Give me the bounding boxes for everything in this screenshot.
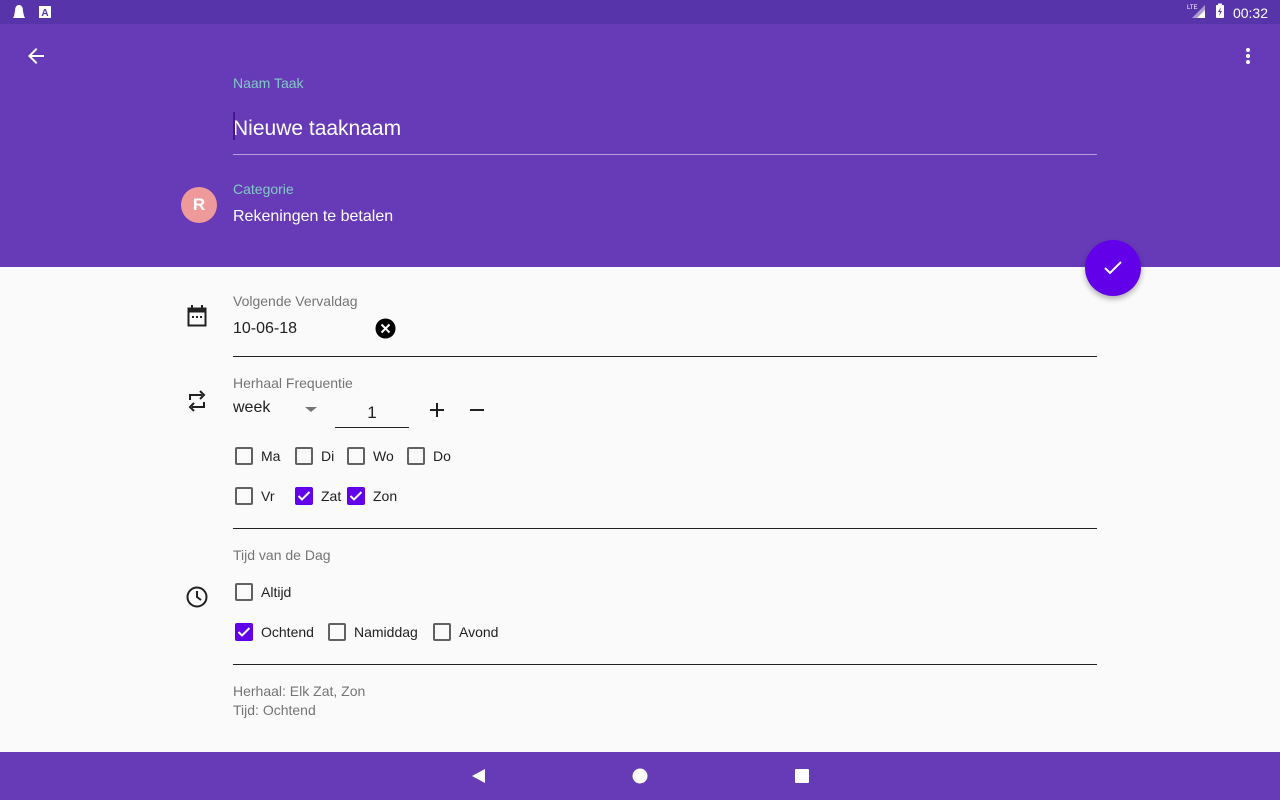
due-date-label: Volgende Vervaldag — [233, 293, 358, 309]
checkbox-icon — [407, 447, 425, 465]
nav-back-button[interactable] — [466, 764, 490, 788]
lte-signal-icon: LTE — [1187, 3, 1207, 22]
frequency-unit-dropdown[interactable]: week — [233, 399, 323, 423]
checkbox-label: Zon — [373, 488, 398, 504]
checkbox-label: Zat — [321, 488, 342, 504]
divider — [233, 356, 1097, 357]
repeat-summary: Herhaal: Elk Zat, Zon — [233, 683, 366, 699]
decrement-button[interactable] — [465, 398, 489, 422]
checkbox-day-vr[interactable]: Vr — [235, 484, 274, 508]
task-name-label: Naam Taak — [233, 75, 304, 91]
nav-home-button[interactable] — [628, 764, 652, 788]
checkbox-icon — [235, 447, 253, 465]
notification-a-icon: A — [38, 4, 52, 25]
checkbox-namiddag[interactable]: Namiddag — [328, 620, 418, 644]
dropdown-arrow-icon — [305, 407, 317, 412]
checkbox-altijd[interactable]: Altijd — [235, 580, 291, 604]
minus-icon — [470, 409, 484, 411]
checkbox-icon — [433, 623, 451, 641]
checkbox-label: Wo — [373, 448, 394, 464]
checkbox-icon — [328, 623, 346, 641]
checkbox-label: Do — [433, 448, 451, 464]
checkbox-icon — [295, 487, 313, 505]
checkbox-avond[interactable]: Avond — [433, 620, 498, 644]
checkbox-icon — [235, 583, 253, 601]
divider — [233, 664, 1097, 665]
notification-ghost-icon — [12, 4, 26, 25]
arrow-back-icon — [28, 48, 44, 64]
nav-recents-button[interactable] — [790, 764, 814, 788]
status-bar: A LTE 00:32 — [0, 0, 1280, 24]
plus-icon — [430, 403, 444, 417]
task-name-input[interactable] — [233, 110, 1097, 155]
frequency-unit-value: week — [233, 399, 271, 416]
time-summary: Tijd: Ochtend — [233, 702, 316, 718]
time-of-day-label: Tijd van de Dag — [233, 547, 331, 563]
save-fab-button[interactable] — [1085, 240, 1141, 296]
nav-recents-icon — [795, 769, 809, 783]
checkbox-icon — [235, 487, 253, 505]
checkbox-day-wo[interactable]: Wo — [347, 444, 394, 468]
category-label: Categorie — [233, 181, 294, 197]
divider — [233, 528, 1097, 529]
battery-charging-icon — [1215, 3, 1225, 22]
checkbox-label: Vr — [261, 488, 275, 504]
clock-time: 00:32 — [1232, 4, 1268, 21]
checkbox-label: Altijd — [261, 584, 292, 600]
checkbox-icon — [295, 447, 313, 465]
due-date-value[interactable]: 10-06-18 — [233, 320, 297, 338]
category-selector[interactable]: Rekeningen te betalen — [233, 208, 393, 226]
back-button[interactable] — [20, 40, 52, 72]
checkbox-label: Di — [321, 448, 335, 464]
checkbox-day-do[interactable]: Do — [407, 444, 451, 468]
check-icon — [1104, 261, 1122, 275]
checkmark-icon — [297, 491, 311, 501]
system-nav-bar — [0, 752, 1280, 800]
checkbox-label: Avond — [459, 624, 499, 640]
nav-home-icon — [632, 768, 648, 784]
checkbox-icon — [235, 623, 253, 641]
clear-date-button[interactable] — [375, 318, 396, 339]
frequency-count-input[interactable] — [335, 398, 409, 428]
cancel-icon — [375, 318, 396, 339]
nav-back-icon — [472, 769, 485, 783]
calendar-icon — [185, 304, 209, 328]
checkbox-label: Ochtend — [261, 624, 314, 640]
checkbox-day-zon[interactable]: Zon — [347, 484, 397, 508]
category-avatar: R — [181, 187, 217, 223]
more-options-button[interactable] — [1234, 40, 1262, 72]
frequency-label: Herhaal Frequentie — [233, 375, 353, 391]
network-label: LTE — [1187, 5, 1198, 11]
checkbox-label: Namiddag — [354, 624, 418, 640]
checkbox-day-di[interactable]: Di — [295, 444, 334, 468]
checkbox-day-zat[interactable]: Zat — [295, 484, 341, 508]
checkmark-icon — [349, 491, 363, 501]
checkbox-day-ma[interactable]: Ma — [235, 444, 280, 468]
clock-icon — [185, 585, 209, 609]
checkbox-label: Ma — [261, 448, 281, 464]
checkbox-icon — [347, 447, 365, 465]
more-vert-icon — [1246, 48, 1250, 64]
checkbox-ochtend[interactable]: Ochtend — [235, 620, 314, 644]
checkbox-icon — [347, 487, 365, 505]
increment-button[interactable] — [425, 398, 449, 422]
checkmark-icon — [237, 627, 251, 637]
text-cursor — [233, 112, 235, 140]
repeat-icon — [185, 389, 209, 413]
svg-text:A: A — [41, 8, 48, 19]
